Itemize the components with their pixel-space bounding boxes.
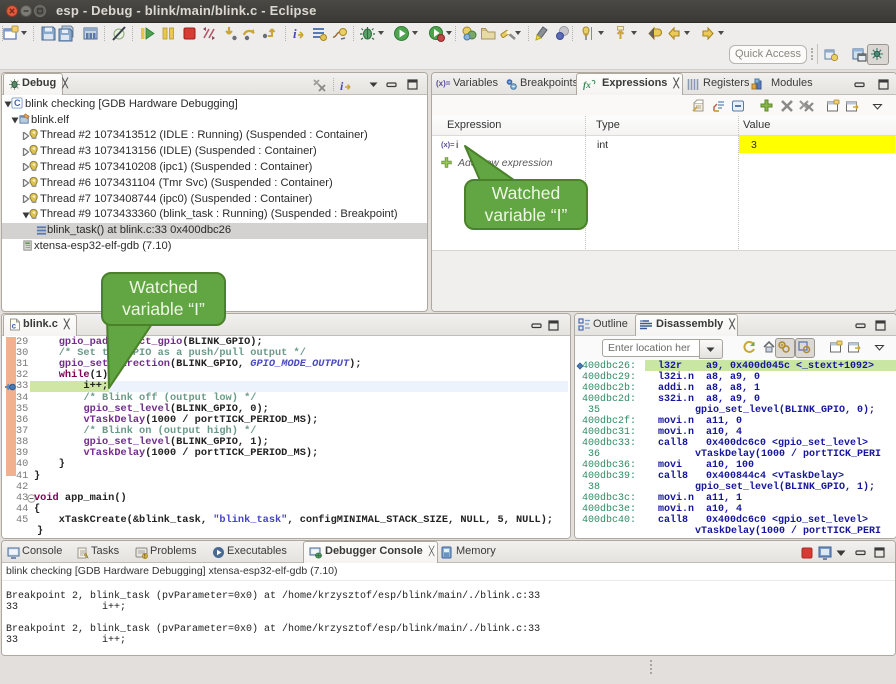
svg-text:fx: fx [583,81,591,91]
svg-text:c: c [12,323,17,332]
svg-text:i: i [340,79,344,93]
svg-text:i: i [293,26,297,41]
svg-text:C: C [14,98,21,108]
